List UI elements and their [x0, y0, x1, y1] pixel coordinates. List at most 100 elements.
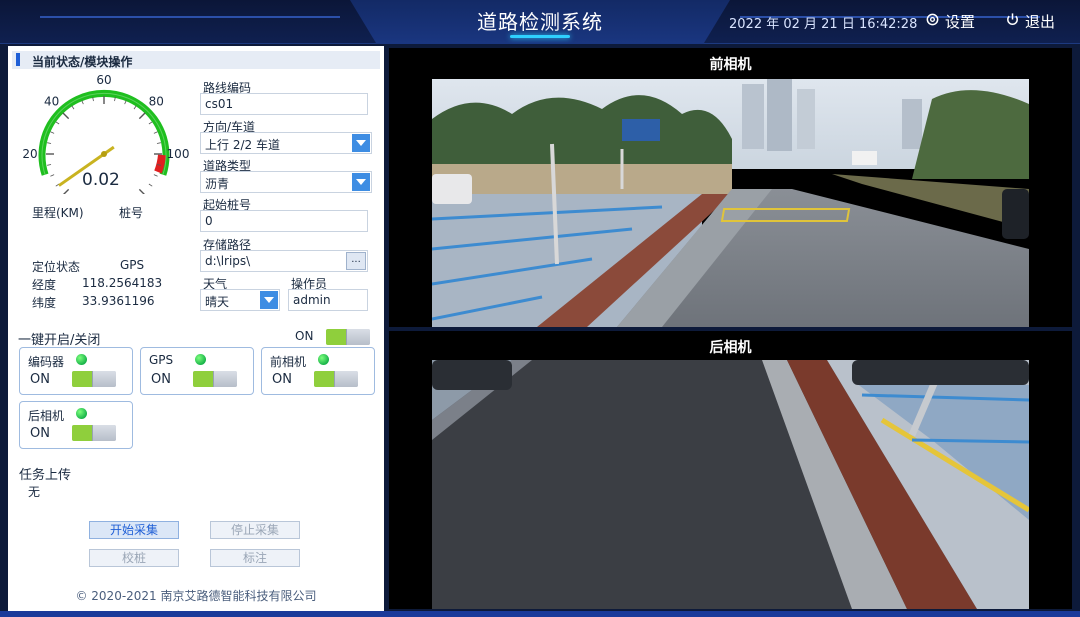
operator-field[interactable]: admin [288, 289, 368, 311]
chevron-down-icon[interactable] [260, 291, 278, 309]
browse-button[interactable]: ... [346, 252, 366, 270]
weather-value: 晴天 [205, 295, 230, 309]
rear-camera-feed [432, 360, 1029, 609]
start-stake-field[interactable]: 0 [200, 210, 368, 232]
module-toggle-gps[interactable] [193, 371, 237, 387]
gauge-arc-green [38, 89, 170, 176]
weather-select[interactable]: 晴天 [200, 289, 280, 311]
gauge-tick [81, 100, 84, 105]
status-led-icon [76, 408, 87, 419]
gauge-tick [124, 100, 127, 105]
latitude-label: 纬度 [32, 296, 57, 310]
position-status-value: GPS [120, 258, 145, 272]
module-card-rear-camera: 后相机 ON [19, 401, 133, 449]
stop-collect-button[interactable]: 停止采集 [210, 521, 300, 539]
gauge-tick [63, 188, 70, 194]
datetime-display: 2022 年 02 月 21 日 16:42:28 [729, 17, 918, 32]
status-led-icon [195, 354, 206, 365]
rear-camera-image [432, 360, 1029, 609]
longitude-label: 经度 [32, 278, 57, 292]
road-type-value: 沥青 [205, 177, 230, 191]
mileage-label: 里程(KM) [32, 206, 84, 220]
header-decoration-left [40, 16, 340, 18]
module-state: ON [272, 372, 292, 387]
panel-title: 当前状态/模块操作 [32, 55, 133, 69]
gauge-hub [101, 151, 107, 157]
module-card-front-camera: 前相机 ON [261, 347, 375, 395]
rear-camera-panel: 后相机 [389, 331, 1072, 609]
module-name: GPS [149, 353, 174, 367]
gauge-tick [153, 174, 158, 177]
gauge-tick [148, 121, 153, 125]
storage-path-value: d:\lrips\ [205, 254, 251, 268]
module-name: 前相机 [270, 355, 307, 369]
gauge-tick [153, 131, 158, 134]
front-camera-image [432, 79, 1029, 327]
module-state: ON [30, 372, 50, 387]
task-upload-label: 任务上传 [19, 468, 72, 483]
module-card-encoder: 编码器 ON [19, 347, 133, 395]
start-collect-button[interactable]: 开始采集 [89, 521, 179, 539]
settings-button[interactable]: 设置 [925, 11, 975, 32]
module-toggle-rear-camera[interactable] [72, 425, 116, 441]
front-camera-title: 前相机 [709, 57, 752, 73]
calibrate-stake-button[interactable]: 校桩 [89, 549, 179, 567]
gauge-tick [138, 188, 145, 194]
module-name: 后相机 [28, 409, 65, 423]
title-underline [510, 35, 570, 38]
chevron-down-icon[interactable] [352, 173, 370, 191]
status-led-icon [318, 354, 329, 365]
gauge-tick [71, 105, 75, 110]
front-camera-feed [432, 79, 1029, 327]
task-upload-value: 无 [28, 485, 41, 499]
gear-icon [925, 12, 940, 31]
gauge-tick [133, 105, 137, 110]
panel-header-accent [16, 53, 20, 66]
bottom-status-strip [0, 611, 1080, 617]
road-type-select[interactable]: 沥青 [200, 171, 372, 193]
logout-button[interactable]: 退出 [1005, 11, 1055, 32]
gauge-tick [47, 164, 52, 166]
gauge-tick [156, 142, 161, 144]
gauge-tick [55, 121, 60, 125]
one-key-label: 一键开启/关闭 [18, 333, 101, 348]
gauge-tick [50, 174, 55, 177]
gauge-tick-label: 60 [96, 74, 111, 87]
direction-value: 上行 2/2 车道 [205, 138, 280, 152]
gauge-tick-label: 20 [22, 147, 37, 161]
module-state: ON [30, 426, 50, 441]
gauge-tick [138, 112, 146, 120]
settings-label: 设置 [945, 13, 976, 31]
direction-select[interactable]: 上行 2/2 车道 [200, 132, 372, 154]
module-name: 编码器 [28, 355, 65, 369]
panel-header: 当前状态/模块操作 [12, 51, 380, 69]
app-title: 道路检测系统 [477, 10, 603, 34]
gauge-tick [148, 183, 153, 187]
annotate-button[interactable]: 标注 [210, 549, 300, 567]
gauge-tick-label: 40 [44, 95, 59, 109]
stake-label: 桩号 [119, 206, 144, 220]
module-toggle-encoder[interactable] [72, 371, 116, 387]
power-icon [1005, 12, 1020, 31]
logout-label: 退出 [1025, 13, 1056, 31]
gauge-value: 0.02 [82, 170, 120, 190]
front-camera-panel: 前相机 [389, 48, 1072, 327]
one-key-toggle[interactable] [326, 329, 370, 345]
route-code-field[interactable]: cs01 [200, 93, 368, 115]
gauge-tick [47, 142, 52, 144]
app-header: 道路检测系统 2022 年 02 月 21 日 16:42:28 设置 退出 [0, 0, 1080, 44]
module-card-gps: GPS ON [140, 347, 254, 395]
gauge-tick-label: 80 [149, 95, 164, 109]
latitude-value: 33.9361196 [82, 294, 155, 308]
gauge-tick-label: 100 [167, 147, 190, 161]
gauge-tick [62, 112, 70, 120]
gauge-arc-red [154, 154, 166, 174]
module-toggle-front-camera[interactable] [314, 371, 358, 387]
one-key-state: ON [295, 329, 314, 343]
status-panel: 当前状态/模块操作 020406080100120 0.02 里程(KM) 桩号… [8, 46, 384, 611]
rear-camera-title: 后相机 [709, 340, 752, 356]
chevron-down-icon[interactable] [352, 134, 370, 152]
longitude-value: 118.2564183 [82, 276, 163, 290]
storage-path-field[interactable]: d:\lrips\ ... [200, 250, 368, 272]
gauge-tick [50, 131, 55, 134]
